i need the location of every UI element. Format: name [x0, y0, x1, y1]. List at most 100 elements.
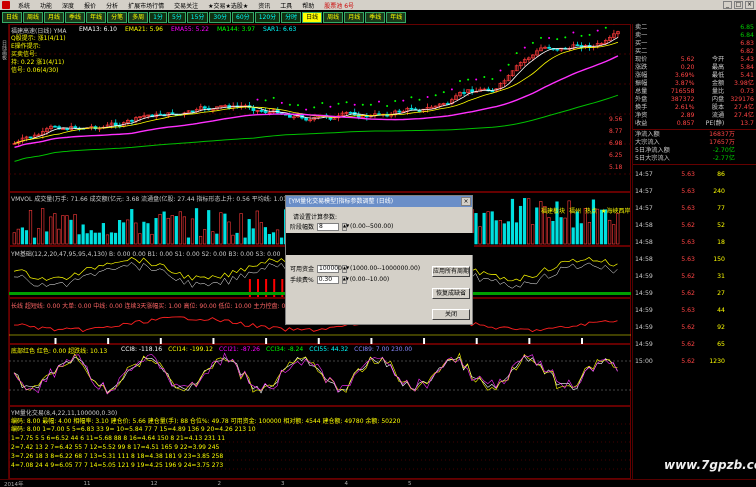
- menu-item-9[interactable]: 工具: [275, 1, 297, 10]
- field-capital-spinner[interactable]: ▲▼: [342, 264, 349, 273]
- menu-item-8[interactable]: 资讯: [253, 1, 275, 10]
- maximize-icon[interactable]: □: [734, 1, 743, 9]
- period-button-0[interactable]: 日线: [2, 12, 23, 23]
- period-button-16[interactable]: 月线: [344, 12, 365, 23]
- volume-bar: [243, 237, 247, 245]
- field-capital-input[interactable]: 100000: [317, 264, 342, 273]
- period-button-3[interactable]: 季线: [65, 12, 86, 23]
- field-stage-input[interactable]: 8: [317, 222, 340, 231]
- quote-value: 716558: [670, 88, 695, 95]
- tick-row: 14:58 5.62 52: [633, 217, 756, 234]
- period-button-11[interactable]: 60分: [232, 12, 254, 23]
- period-button-9[interactable]: 15分: [186, 12, 209, 23]
- tick-row: 14:59 5.62 31: [633, 268, 756, 285]
- sar-dot: [483, 75, 486, 78]
- menu-item-7[interactable]: ★交易★选股★: [203, 1, 253, 10]
- sar-dot: [418, 98, 421, 101]
- sector-tag-2[interactable]: 热点: [585, 206, 597, 215]
- period-button-14[interactable]: 日线: [302, 12, 323, 23]
- volume-bar: [215, 233, 219, 245]
- field-fee-spinner[interactable]: ▲▼: [341, 275, 349, 284]
- menu-item-6[interactable]: 交易关注: [169, 1, 203, 10]
- menu-item-5[interactable]: 扩展市场行情: [123, 1, 169, 10]
- quote-row: 卖一 6.84: [633, 32, 756, 40]
- sector-tag-1[interactable]: 福州: [569, 206, 581, 215]
- sector-tag-3[interactable]: ★海峡西岸: [601, 206, 630, 215]
- tick-row: 14:58 5.63 150: [633, 251, 756, 268]
- period-button-17[interactable]: 季线: [365, 12, 386, 23]
- period-button-18[interactable]: 年线: [386, 12, 407, 23]
- quote-value-2: 6.82: [740, 48, 754, 55]
- trade-grid-row: 1=7.75 5 5 6=6.52 44 6 11=5.68 88 8 16=4…: [11, 435, 226, 442]
- tick-row: 14:59 5.62 27: [633, 285, 756, 302]
- period-button-13[interactable]: 分时: [281, 12, 302, 23]
- period-button-12[interactable]: 120分: [254, 12, 281, 23]
- sector-tag-0[interactable]: 福建板块: [541, 206, 565, 215]
- tick-price: 5.63: [681, 256, 695, 263]
- ema-legend: EMA13: 6.10 EMA21: 5.96 EMA55: 5.22 MA144: …: [79, 26, 296, 33]
- candle-body: [470, 89, 474, 93]
- left-axis-label[interactable]: 日线画板: [1, 40, 8, 60]
- restore-default-button[interactable]: 恢复成缺省: [432, 288, 470, 299]
- volume-bar: [49, 216, 53, 245]
- menu-item-10[interactable]: 帮助: [297, 1, 319, 10]
- cci-legend: CCI8: -118.16 CCI14: -199.12 CCI21: -87.26…: [121, 346, 412, 353]
- volume-bar: [612, 224, 616, 245]
- menu-item-1[interactable]: 功能: [35, 1, 57, 10]
- quote-row: 现价 5.62 今开 5.43: [633, 56, 756, 64]
- period-button-1[interactable]: 周线: [23, 12, 44, 23]
- minimize-icon[interactable]: _: [723, 1, 732, 9]
- period-button-15[interactable]: 周线: [323, 12, 344, 23]
- tick-time: 14:58: [635, 222, 653, 229]
- volume-bar: [551, 220, 555, 245]
- volume-bar: [28, 210, 33, 245]
- menu-item-0[interactable]: 系统: [13, 1, 35, 10]
- menu-item-3[interactable]: 报价: [79, 1, 101, 10]
- period-button-5[interactable]: 分笔: [107, 12, 128, 23]
- period-button-4[interactable]: 年线: [86, 12, 107, 23]
- volume-bar: [85, 233, 89, 245]
- quote-value-2: 5.41: [740, 72, 754, 79]
- period-button-8[interactable]: 5分: [167, 12, 186, 23]
- apply-all-periods-button[interactable]: 应用所有周期: [432, 266, 470, 277]
- dialog-close-icon[interactable]: ×: [461, 197, 471, 206]
- sar-dot: [426, 96, 429, 99]
- volume-bar: [73, 214, 77, 245]
- menu-item-4[interactable]: 分析: [101, 1, 123, 10]
- volume-bar: [138, 233, 142, 245]
- field-stage-spinner[interactable]: ▲▼: [342, 222, 349, 231]
- period-button-2[interactable]: 月线: [44, 12, 65, 23]
- dialog-close-button[interactable]: 关闭: [432, 309, 470, 320]
- timeline-label-6: 5: [408, 480, 412, 487]
- quote-key-2: [695, 40, 725, 48]
- close-icon[interactable]: ×: [745, 1, 754, 9]
- field-fee-input[interactable]: 0.30: [316, 275, 339, 284]
- cci-label-0: CCI8: -118.16: [121, 346, 163, 353]
- tick-time: 14:59: [635, 324, 653, 331]
- candle-body: [397, 110, 402, 113]
- field-capital: 可用资金 100000 ▲▼ (1000.00--1000000.00): [290, 264, 420, 273]
- quote-value: [663, 24, 695, 32]
- sar-dot: [548, 36, 551, 39]
- ema-label-2: EMA55: 5.22: [171, 26, 209, 33]
- dialog-title: [YM量化交易模型]指标参数调整 (日线): [289, 198, 394, 205]
- tick-price: 5.62: [681, 324, 695, 331]
- quote-value: 0.20: [680, 64, 695, 71]
- period-button-6[interactable]: 多周: [128, 12, 149, 23]
- flow-key: 5日大宗流入: [635, 155, 670, 162]
- volume-bar: [527, 198, 531, 245]
- volume-bar: [150, 233, 154, 245]
- dialog-titlebar[interactable]: [YM量化交易模型]指标参数调整 (日线) ×: [286, 196, 472, 207]
- menu-item-stock-pool[interactable]: 股票池 6号: [319, 1, 359, 10]
- period-button-10[interactable]: 30分: [209, 12, 232, 23]
- volume-bar: [259, 222, 263, 245]
- tick-volume: 65: [717, 341, 725, 348]
- candle-body: [462, 92, 466, 94]
- period-button-7[interactable]: 1分: [149, 12, 167, 23]
- sar-dot: [288, 103, 291, 106]
- flow-value: -2.77亿: [712, 155, 735, 162]
- menu-item-2[interactable]: 深度: [57, 1, 79, 10]
- volume-bar: [522, 198, 527, 245]
- volume-bar: [20, 227, 25, 245]
- quote-key-2: 今开: [711, 56, 725, 63]
